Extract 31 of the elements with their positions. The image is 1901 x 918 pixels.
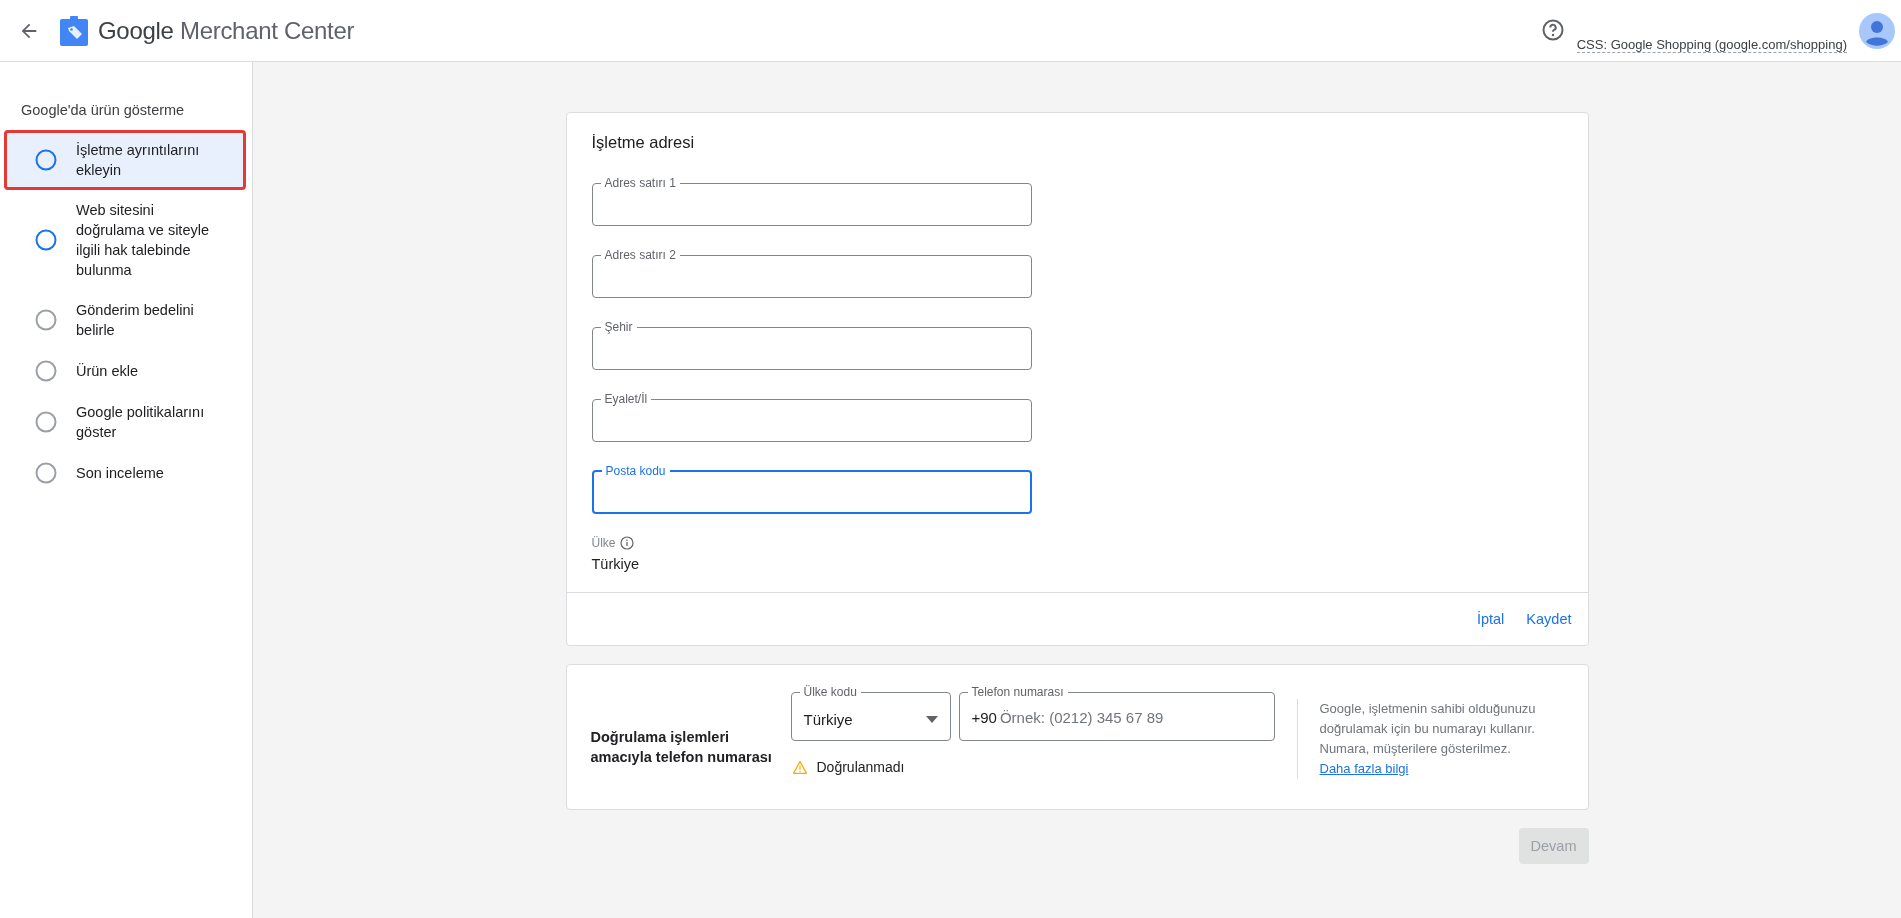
country-code-dropdown[interactable]: Ülke kodu Türkiye (790, 685, 951, 741)
country-label: Ülke (591, 536, 616, 550)
step-item[interactable]: Gönderim bedelini belirle (4, 290, 246, 350)
avatar-icon[interactable] (1859, 12, 1895, 49)
help-text: Google, işletmenin sahibi olduğunuzu doğrulamak için bu numarayı kullanır. Numara, müşterilere gösterilmez. (1319, 701, 1536, 756)
warning-icon (792, 760, 807, 774)
step-item[interactable]: İşletme ayrıntılarını ekleyin (4, 130, 246, 190)
help-icon[interactable] (1540, 18, 1565, 42)
card-title: İşletme adresi (591, 133, 696, 152)
caret-icon (925, 716, 938, 723)
phone-input-field[interactable]: Telefon numarası +90 Örnek: (0212) 345 67 89 (958, 685, 1275, 741)
phone-section-label: Doğrulama işlemleri amacıyla telefon numarası (590, 728, 773, 767)
address-input-field[interactable]: Eyalet/İl (591, 392, 1032, 442)
verification-status: Doğrulanmadı (816, 759, 905, 775)
learn-more-link[interactable]: Daha fazla bilgi (1319, 759, 1409, 779)
sidebar-heading: Google'da ürün gösterme (20, 102, 186, 118)
save-button[interactable]: Kaydet (1526, 607, 1572, 631)
step-item[interactable]: Google politikalarını göster (4, 392, 246, 452)
app-title: Google Merchant Center (98, 16, 355, 45)
tag-logo-icon (60, 15, 88, 46)
step-item[interactable]: Ürün ekle (4, 350, 246, 392)
info-icon[interactable] (619, 536, 634, 550)
account-name[interactable]: CSS: Google Shopping (google.com/shopping) (1576, 37, 1847, 53)
address-input-field[interactable]: Şehir (591, 320, 1032, 370)
address-input-field[interactable]: Adres satırı 1 (591, 176, 1032, 226)
country-value: Türkiye (591, 556, 641, 572)
step-item[interactable]: Son inceleme (4, 452, 246, 494)
step-item[interactable]: Web sitesini doğrulama ve siteyle ilgili hak talebinde bulunma (4, 190, 246, 290)
address-input-field[interactable]: Adres satırı 2 (591, 248, 1032, 298)
cancel-button[interactable]: İptal (1476, 607, 1505, 631)
address-input-field[interactable]: Posta kodu (591, 464, 1032, 514)
